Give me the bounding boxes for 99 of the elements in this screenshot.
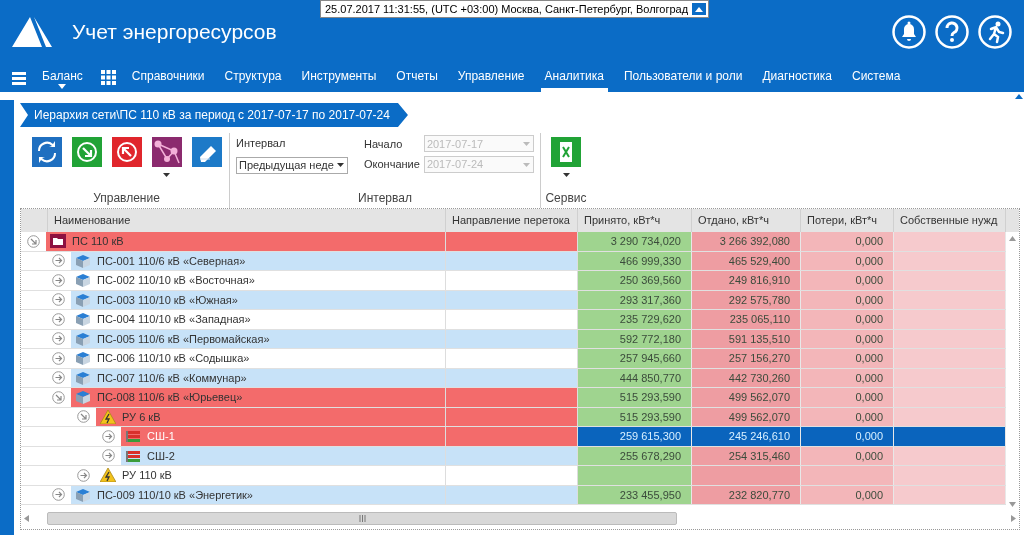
nav-tab[interactable]: Аналитика [540, 63, 608, 92]
name-cell: СШ-1 [121, 427, 445, 446]
dropdown-caret-icon [163, 173, 170, 177]
eraser-icon [191, 137, 222, 167]
table-cell: 259 615,300 [578, 427, 692, 446]
interval-label: Интервал [236, 136, 287, 151]
busbar-icon [125, 448, 141, 463]
field-label: Начало [364, 136, 404, 152]
table-row[interactable]: РУ 110 кВ [21, 466, 1006, 486]
breadcrumb: Иерархия сети\ПС 110 кВ за период с 2017-07-17 по 2017-07-24 [20, 103, 408, 127]
table-row[interactable]: ПС-008 110/6 кВ «Юрьевец» 515 293,590 499 562,070 0,000 [21, 388, 1006, 408]
warning-icon [100, 409, 116, 424]
scrollbar-thumb[interactable] [47, 512, 677, 525]
scroll-down-icon[interactable] [1009, 502, 1016, 507]
table-cell: 515 293,590 [578, 388, 692, 407]
cube-icon [75, 273, 91, 288]
logout-icon[interactable] [978, 14, 1012, 49]
datetime-text: 25.07.2017 11:31:55, (UTC +03:00) Москва, Санкт-Петербург, Волгоград [325, 1, 689, 17]
table-row[interactable]: ПС-003 110/10 кВ «Южная» 293 317,360 292 575,780 0,000 [21, 290, 1006, 310]
group-label: Сервис [545, 190, 587, 207]
table-cell: 0,000 [801, 271, 894, 290]
table-cell: 0,000 [801, 427, 894, 446]
table-cell: 249 816,910 [692, 271, 801, 290]
group-label: Управление [93, 190, 160, 207]
table-row[interactable]: ПС-001 110/6 кВ «Северная» 466 999,330 465 529,400 0,000 [21, 251, 1006, 271]
nav-tab[interactable]: Диагностика [758, 63, 836, 92]
toolbar-button[interactable] [191, 137, 222, 167]
export-icon [111, 137, 142, 167]
interval-select[interactable]: Предыдущая неде [236, 156, 348, 174]
table-cell: 257 945,660 [578, 349, 692, 368]
table-cell: 0,000 [801, 310, 894, 329]
menu-icon[interactable] [12, 70, 26, 85]
nav-tab[interactable]: Отчеты [392, 63, 442, 92]
nav-tab[interactable]: Структура [220, 63, 286, 92]
grid-icon[interactable] [100, 70, 116, 85]
table-cell: 235 065,110 [692, 310, 801, 329]
spreadsheet-icon [551, 137, 581, 167]
table-row[interactable]: ПС-005 110/6 кВ «Первомайская» 592 772,180 591 135,510 0,000 [21, 329, 1006, 349]
notifications-icon[interactable] [892, 14, 926, 49]
table-cell: 245 246,610 [692, 427, 801, 446]
warning-icon [100, 468, 116, 483]
table-cell: 257 156,270 [692, 349, 801, 368]
app-title: Учет энергоресурсов [72, 18, 277, 45]
table-row[interactable]: ПС-004 110/10 кВ «Западная» 235 729,620 235 065,110 0,000 [21, 310, 1006, 330]
cube-icon [75, 370, 91, 385]
table-cell: 3 266 392,080 [692, 232, 801, 251]
refresh-icon [31, 137, 62, 167]
cube-icon [75, 253, 91, 268]
caret-icon [337, 163, 344, 167]
table-row[interactable]: СШ-1 259 615,300 245 246,610 0,000 [21, 427, 1006, 447]
nav-tab[interactable]: Система [848, 63, 905, 92]
nav-tab[interactable]: Инструменты [297, 63, 381, 92]
table-row[interactable]: ПС 110 кВ 3 290 734,020 3 266 392,080 0,000 [21, 232, 1006, 252]
table-row[interactable]: ПС-009 110/10 кВ «Энергетик» 233 455,950 232 820,770 0,000 [21, 485, 1006, 505]
table-cell: 499 562,070 [692, 388, 801, 407]
toolbar-button[interactable] [151, 137, 182, 177]
table-cell: 235 729,620 [578, 310, 692, 329]
nodes-icon [151, 137, 182, 167]
table-row[interactable]: ПС-006 110/10 кВ «Содышка» 257 945,660 257 156,270 0,000 [21, 349, 1006, 369]
busbar-icon [125, 429, 141, 444]
table-row[interactable]: ПС-007 110/6 кВ «Коммунар» 444 850,770 442 730,260 0,000 [21, 368, 1006, 388]
grip-icon [358, 515, 366, 522]
toolbar-button[interactable] [551, 137, 581, 177]
field-label: Окончание [364, 157, 420, 173]
cube-icon [75, 331, 91, 346]
collapse-icon[interactable] [692, 3, 707, 15]
group-label: Интервал [358, 190, 412, 207]
scroll-left-icon[interactable] [24, 515, 29, 522]
import-icon [71, 137, 102, 167]
table-row[interactable]: РУ 6 кВ 515 293,590 499 562,070 0,000 [21, 407, 1006, 427]
name-cell: ПС 110 кВ [46, 232, 445, 251]
cube-icon [75, 292, 91, 307]
cube-icon [75, 312, 91, 327]
table-row[interactable]: СШ-2 255 678,290 254 315,460 0,000 [21, 446, 1006, 466]
toolbar-button[interactable] [31, 137, 62, 167]
table-cell: 0,000 [801, 232, 894, 251]
nav-tab[interactable]: Баланс [38, 63, 87, 92]
caret-icon [522, 141, 530, 146]
name-cell: ПС-008 110/6 кВ «Юрьевец» [71, 388, 445, 407]
table-cell: 0,000 [801, 388, 894, 407]
toolbar-button[interactable] [111, 137, 142, 167]
scroll-up-icon[interactable] [1009, 236, 1016, 241]
table-cell: 0,000 [801, 349, 894, 368]
cube-icon [75, 487, 91, 502]
nav-tab[interactable]: Управление [453, 63, 529, 92]
table-cell: 3 290 734,020 [578, 232, 692, 251]
folder-icon [50, 234, 66, 249]
cube-icon [75, 390, 91, 405]
nav-tab[interactable]: Пользователи и роли [619, 63, 747, 92]
table-cell: 250 369,560 [578, 271, 692, 290]
table-row[interactable]: ПС-002 110/10 кВ «Восточная» 250 369,560 249 816,910 0,000 [21, 271, 1006, 291]
cube-icon [75, 351, 91, 366]
toolbar-button[interactable] [71, 137, 102, 167]
caret-icon [58, 84, 67, 89]
caret-icon [522, 162, 530, 167]
scroll-right-icon[interactable] [1011, 515, 1016, 522]
dropdown-caret-icon [562, 173, 570, 177]
nav-tab[interactable]: Справочники [127, 63, 209, 92]
help-icon[interactable] [935, 14, 969, 49]
